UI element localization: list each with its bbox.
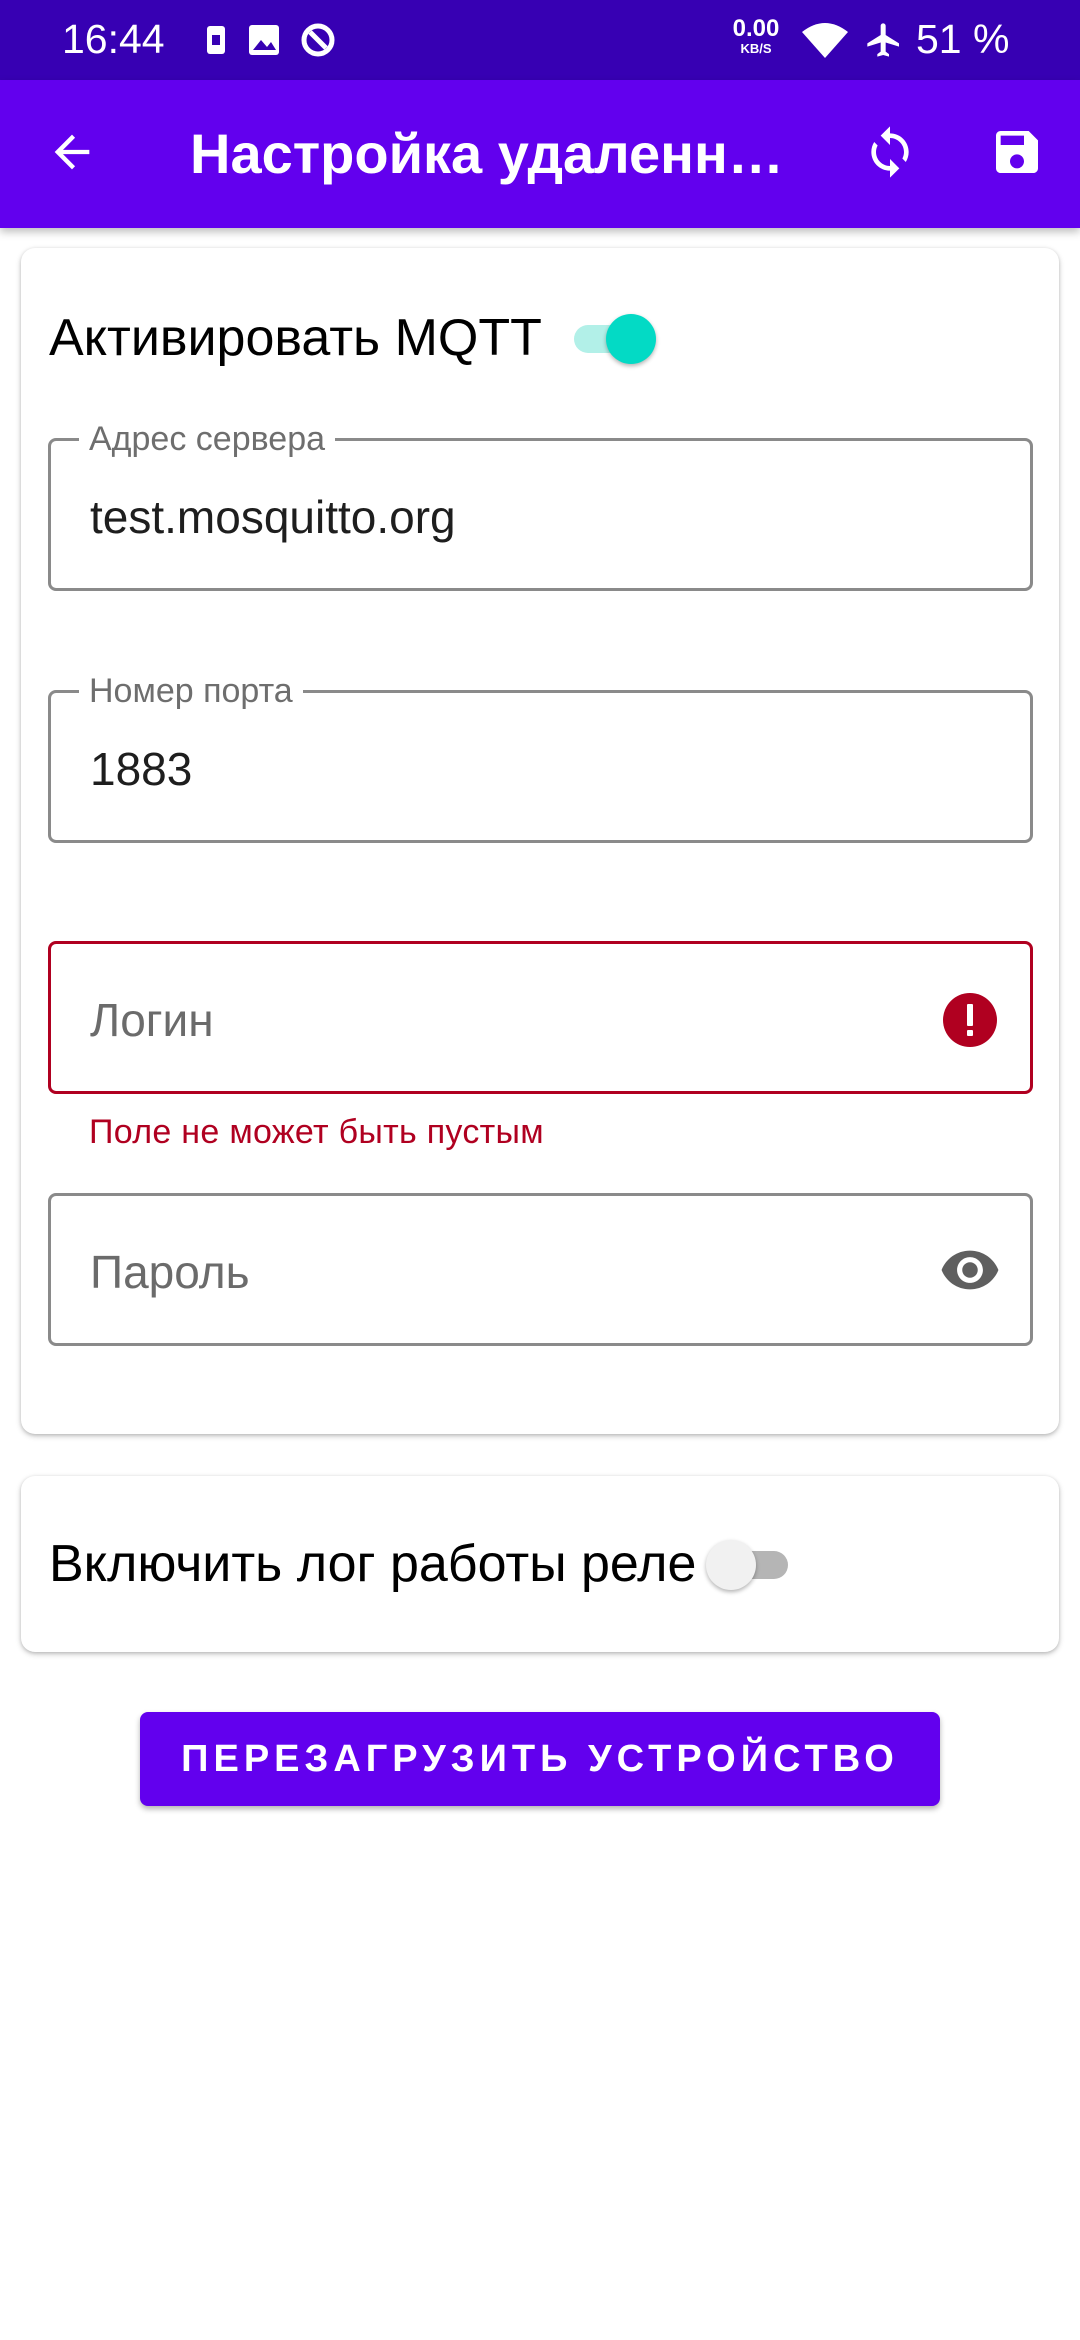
- battery-percent: 51 %: [916, 16, 1010, 62]
- switch-thumb: [605, 314, 656, 364]
- port-value: 1883: [90, 743, 193, 795]
- server-address-label: Адрес сервера: [79, 419, 336, 459]
- mqtt-settings-card: Активировать MQTT Адрес сервера test.mos…: [21, 248, 1059, 1434]
- relay-log-toggle-switch[interactable]: [706, 1534, 794, 1594]
- mqtt-toggle-row: Активировать MQTT: [49, 306, 656, 370]
- mqtt-toggle-label: Активировать MQTT: [49, 309, 542, 367]
- wifi-icon: [800, 20, 850, 60]
- mqtt-toggle-switch[interactable]: [568, 308, 656, 368]
- network-speed-value: 0.00: [732, 15, 780, 42]
- restart-device-button[interactable]: ПЕРЕЗАГРУЗИТЬ УСТРОЙСТВО: [140, 1712, 940, 1806]
- login-error-text: Поле не может быть пустым: [89, 1113, 544, 1151]
- error-icon: [938, 988, 1002, 1052]
- sim-card-icon: [196, 20, 236, 60]
- network-speed: 0.00 KB/S: [728, 16, 784, 56]
- data-saver-icon: [298, 20, 338, 60]
- status-time: 16:44: [62, 16, 165, 62]
- relay-log-toggle-row: Включить лог работы реле: [49, 1532, 794, 1596]
- port-field[interactable]: Номер порта 1883: [48, 671, 1033, 843]
- port-label: Номер порта: [79, 671, 303, 711]
- login-field[interactable]: Логин: [48, 941, 1033, 1094]
- app-bar: Настройка удаленного доступа: [0, 80, 1080, 228]
- arrow-back-icon: [46, 126, 98, 183]
- server-address-value: test.mosquitto.org: [90, 491, 456, 543]
- relay-log-card: Включить лог работы реле: [21, 1476, 1059, 1652]
- network-speed-unit: KB/S: [740, 41, 772, 56]
- eye-icon: [939, 1239, 1001, 1306]
- image-icon: [244, 20, 284, 60]
- server-address-field[interactable]: Адрес сервера test.mosquitto.org: [48, 419, 1033, 591]
- airplane-icon: [864, 20, 904, 60]
- page-title: Настройка удаленного доступа: [190, 122, 810, 185]
- sync-button[interactable]: [848, 112, 932, 196]
- login-placeholder: Логин: [90, 994, 214, 1046]
- password-placeholder: Пароль: [90, 1246, 250, 1298]
- save-button[interactable]: [975, 112, 1059, 196]
- status-bar: 16:44 0.00 KB/S 51 %: [0, 0, 1080, 80]
- sync-icon: [862, 124, 918, 185]
- switch-thumb: [706, 1540, 757, 1590]
- back-button[interactable]: [30, 112, 114, 196]
- relay-log-toggle-label: Включить лог работы реле: [49, 1535, 697, 1593]
- password-visibility-toggle[interactable]: [938, 1240, 1002, 1304]
- save-icon: [989, 124, 1045, 185]
- password-field[interactable]: Пароль: [48, 1193, 1033, 1346]
